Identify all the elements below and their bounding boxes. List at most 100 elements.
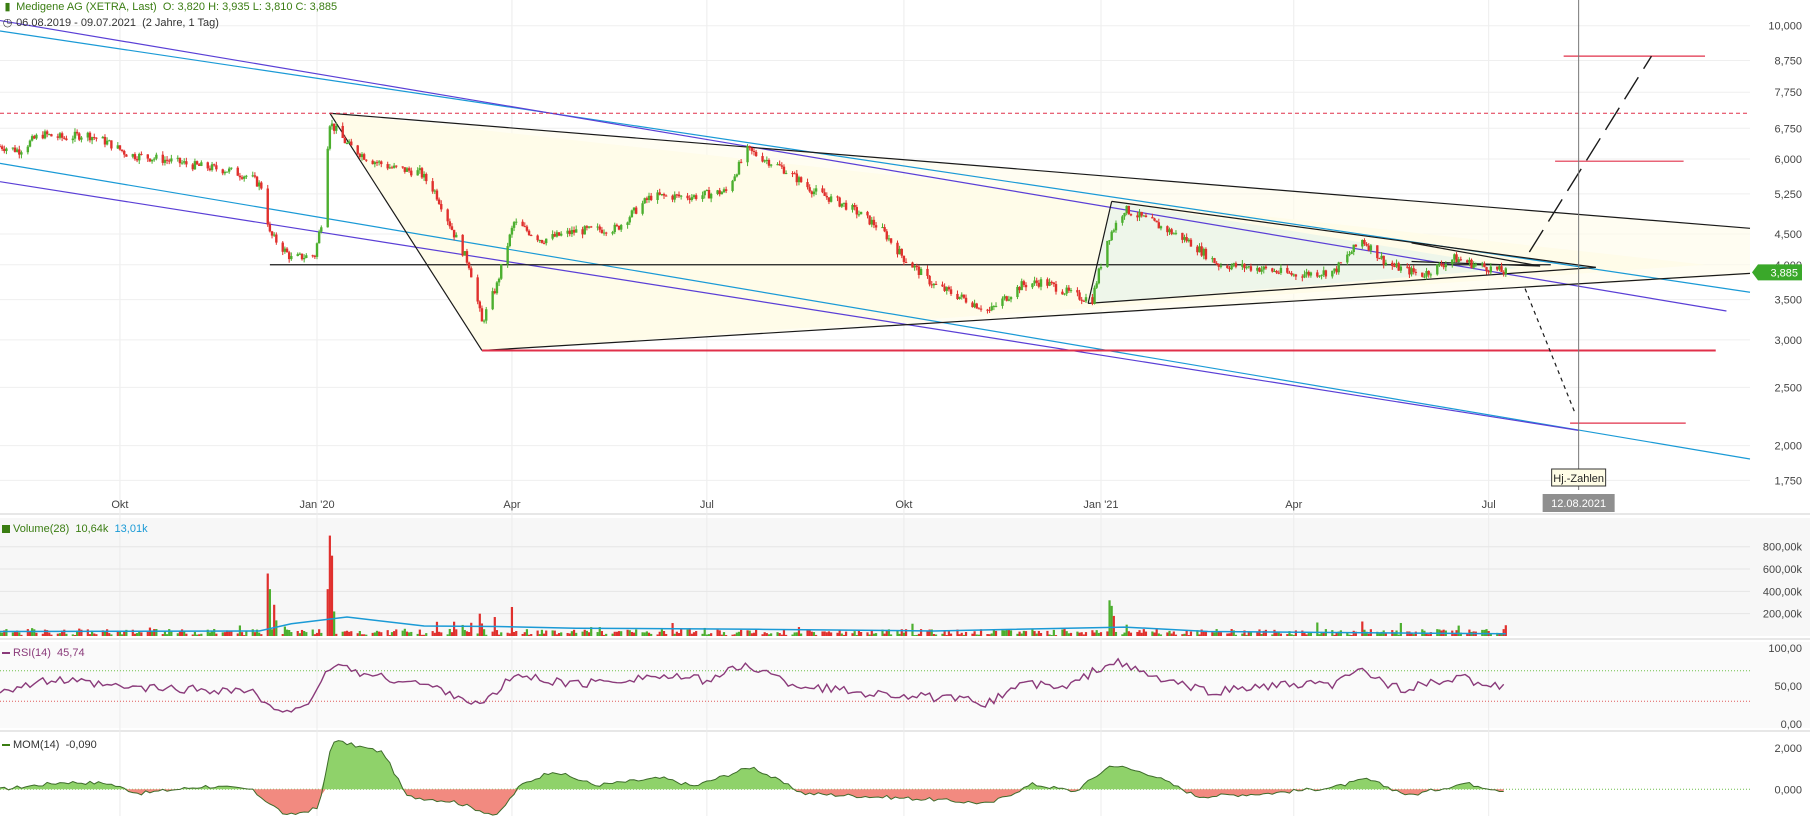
- candle-body: [1436, 264, 1439, 275]
- candle-body: [868, 215, 871, 225]
- volume-bar: [1144, 631, 1148, 636]
- candle-body: [1271, 268, 1274, 272]
- candle-body: [41, 134, 45, 139]
- volume-bar: [748, 630, 751, 636]
- candle-body: [155, 154, 158, 159]
- volume-bar: [662, 630, 666, 636]
- volume-bar: [560, 632, 563, 636]
- candle-body: [767, 159, 771, 166]
- volume-bar: [945, 635, 948, 636]
- candle-body: [797, 177, 801, 183]
- x-tick-label: Okt: [895, 499, 912, 511]
- volume-bar: [1142, 629, 1145, 636]
- volume-bar: [380, 632, 383, 636]
- candle-body: [5, 148, 8, 152]
- volume-bar: [866, 632, 869, 636]
- candle-body: [1151, 217, 1154, 219]
- candle-body: [1294, 274, 1298, 277]
- volume-bar: [821, 631, 824, 636]
- candle-body: [1292, 274, 1295, 276]
- candle-body: [1065, 287, 1068, 294]
- candle-body: [1112, 230, 1116, 232]
- volume-bar: [446, 634, 449, 636]
- volume-legend: Volume(28) 10,64k 13,01k: [2, 523, 148, 535]
- candle-body: [1331, 270, 1334, 277]
- candle-body: [1451, 259, 1454, 265]
- rsi-legend-name: RSI(14): [13, 647, 51, 659]
- clock-icon[interactable]: ◷: [2, 16, 13, 29]
- volume-bar: [941, 633, 944, 636]
- candle-body: [778, 164, 781, 166]
- volume-bar: [602, 634, 606, 636]
- volume-bar: [358, 631, 361, 636]
- volume-bar: [677, 633, 681, 636]
- rsi-legend-value: 45,74: [57, 647, 85, 659]
- candle-body: [437, 199, 441, 205]
- volume-bar: [776, 632, 779, 636]
- volume-bar: [874, 633, 878, 636]
- volume-bar: [168, 629, 171, 636]
- candle-body: [566, 230, 569, 234]
- volume-bar: [645, 631, 648, 636]
- candle-body: [1185, 237, 1188, 242]
- candle-body: [898, 248, 901, 255]
- candle-body: [1290, 273, 1293, 275]
- candle-body: [1136, 215, 1139, 218]
- candle-body: [941, 284, 944, 287]
- candle-body: [581, 229, 584, 235]
- chart-svg[interactable]: Okt Jan '20 Apr Jul Okt Jan '21 Apr Jul 10,000 8,…: [0, 0, 1810, 816]
- volume-bar: [1305, 634, 1308, 636]
- volume-bar: [1181, 634, 1184, 636]
- candle-body: [1084, 297, 1088, 302]
- candle-body: [150, 159, 154, 162]
- volume-bar: [350, 631, 353, 636]
- candle-body: [146, 154, 149, 159]
- volume-bar: [1123, 632, 1126, 636]
- candle-body: [467, 262, 471, 269]
- candle-body: [1309, 272, 1313, 276]
- candle-body: [630, 210, 634, 218]
- candle-body: [133, 154, 137, 160]
- volume-bar: [1121, 634, 1124, 636]
- volume-bar: [902, 632, 906, 636]
- volume-bar: [208, 632, 212, 636]
- volume-bar: [236, 633, 239, 636]
- candle-body: [302, 257, 306, 260]
- volume-bar: [213, 628, 216, 636]
- volume-bar: [735, 632, 738, 636]
- volume-bar: [1106, 631, 1109, 636]
- volume-bar: [105, 629, 109, 636]
- candle-body: [814, 188, 818, 192]
- candle-body: [1200, 246, 1203, 256]
- candle-body: [1095, 283, 1098, 288]
- volume-bar: [1022, 630, 1025, 636]
- candle-body: [1324, 270, 1328, 277]
- candle-body: [707, 190, 711, 199]
- candle-body: [1354, 244, 1358, 247]
- candle-body: [1114, 222, 1118, 231]
- y-tick-label: 7,750: [1774, 87, 1802, 99]
- candle-body: [536, 235, 539, 241]
- candle-body: [555, 232, 559, 237]
- volume-bar: [58, 633, 62, 636]
- candle-body: [737, 161, 741, 175]
- candle-body: [934, 283, 938, 285]
- volume-bar: [620, 631, 623, 636]
- candle-body: [1125, 205, 1128, 214]
- candle-body: [73, 131, 77, 139]
- volume-bar: [1080, 632, 1083, 636]
- candle-body: [851, 205, 854, 210]
- y-tick-label: 10,000: [1768, 21, 1802, 33]
- volume-bar: [557, 633, 561, 636]
- candle-body: [281, 242, 284, 252]
- volume-bar: [641, 632, 644, 636]
- volume-bar: [480, 623, 484, 636]
- candle-body: [1033, 280, 1036, 284]
- candle-body: [551, 234, 554, 239]
- candle-body: [345, 143, 349, 145]
- volume-bar: [737, 631, 741, 636]
- candle-body: [613, 224, 616, 233]
- candle-body: [986, 309, 989, 311]
- volume-bar: [673, 633, 676, 636]
- candle-body: [416, 170, 419, 176]
